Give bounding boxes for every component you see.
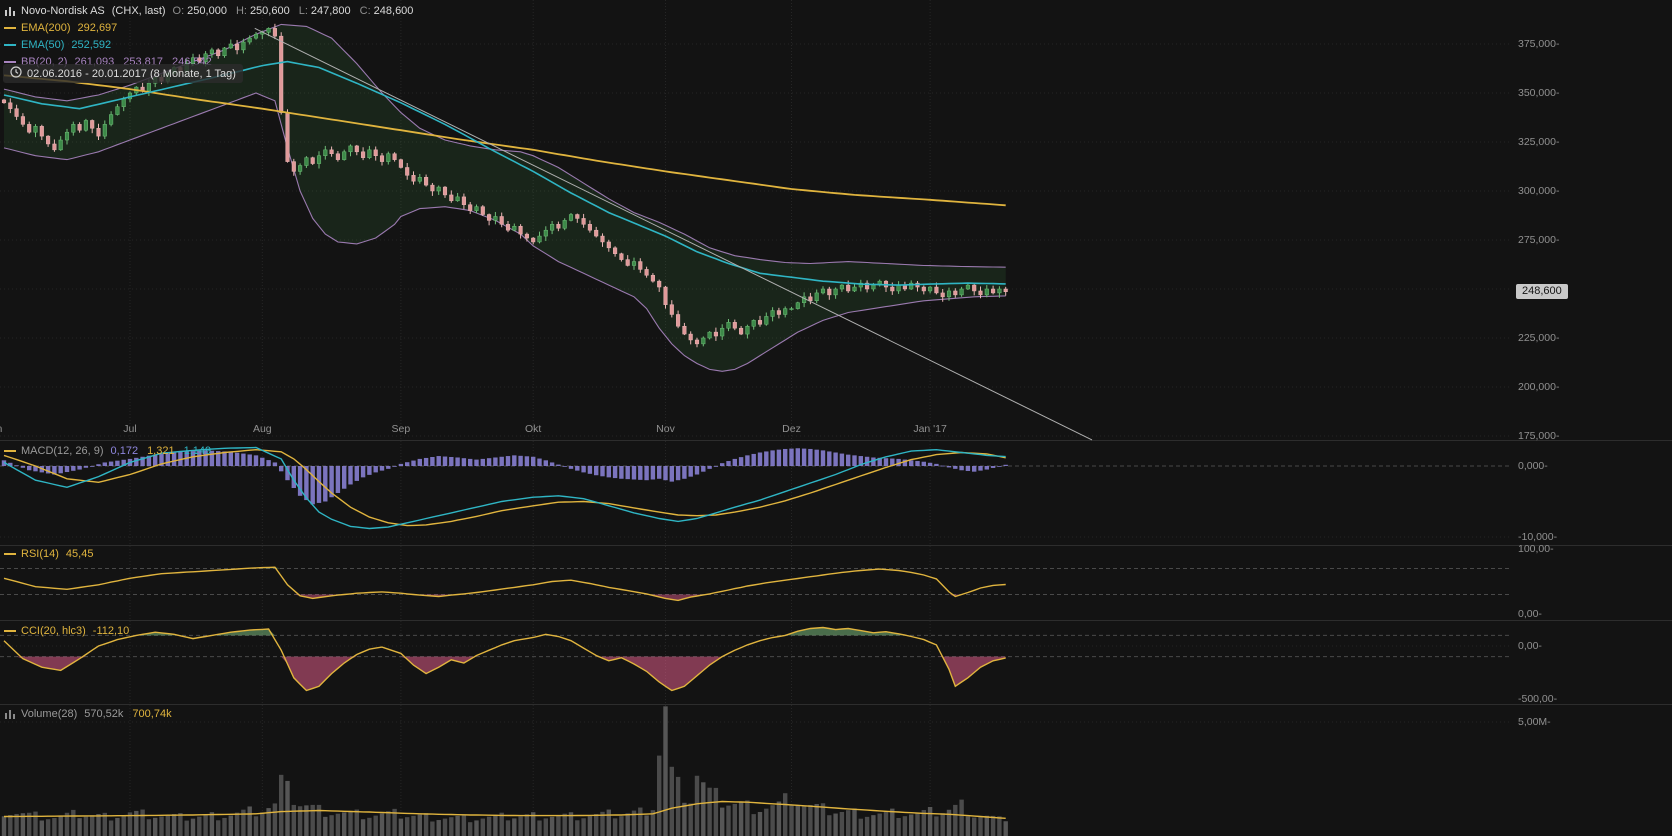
price-axis-label: 175,000- <box>1518 430 1559 442</box>
rsi-value: 45,45 <box>66 547 94 561</box>
open-value: 250,000 <box>187 4 227 18</box>
last-price-tag: 248,600 <box>1516 284 1568 299</box>
ema50-marker-icon <box>4 44 16 46</box>
macd-hist-value: 0,172 <box>111 444 139 458</box>
price-axis-label: 350,000- <box>1518 87 1559 99</box>
close-label: C: <box>360 4 371 18</box>
ema200-marker-icon <box>4 27 16 29</box>
time-axis-label: Sep <box>392 423 411 435</box>
ema200-value: 292,697 <box>78 21 118 35</box>
time-axis-label: Aug <box>253 423 272 435</box>
ema200-legend-row[interactable]: EMA(200) 292,697 <box>4 21 117 35</box>
macd-title: MACD(12, 26, 9) <box>21 444 104 458</box>
macd-axis-label: -10,000- <box>1518 531 1557 543</box>
rsi-axis-label: 100,00- <box>1518 543 1554 555</box>
series-type-icon <box>4 5 16 17</box>
cci-title: CCI(20, hlc3) <box>21 624 86 638</box>
macd-marker-icon <box>4 450 16 452</box>
cci-value: -112,10 <box>93 624 130 638</box>
symbol-legend-row[interactable]: Novo-Nordisk AS (CHX, last) O: 250,000 H… <box>4 4 422 18</box>
chart-application: 400,000- 375,000- 350,000- 325,000- 300,000-… <box>0 0 1672 836</box>
price-axis-label: 300,000- <box>1518 185 1559 197</box>
rsi-marker-icon <box>4 553 16 555</box>
macd-axis-label: 0,000- <box>1518 460 1548 472</box>
high-label: H: <box>236 4 247 18</box>
symbol-context: (CHX, last) <box>112 4 166 18</box>
price-axis-label: 400,000- <box>1518 0 1559 1</box>
ema50-legend-row[interactable]: EMA(50) 252,592 <box>4 38 111 52</box>
date-range-text: 02.06.2016 - 20.01.2017 (8 Monate, 1 Tag… <box>27 68 236 80</box>
time-axis-label: Nov <box>656 423 675 435</box>
bb-marker-icon <box>4 61 16 63</box>
open-label: O: <box>173 4 185 18</box>
macd-line-value: 1,321 <box>147 444 175 458</box>
price-axis-label: 225,000- <box>1518 332 1559 344</box>
cci-axis-label: -500,00- <box>1518 693 1557 705</box>
price-axis-label: 275,000- <box>1518 234 1559 246</box>
rsi-legend-row[interactable]: RSI(14) 45,45 <box>4 547 93 561</box>
close-value: 248,600 <box>374 4 414 18</box>
rsi-title: RSI(14) <box>21 547 59 561</box>
volume-axis-label: 5,00M- <box>1518 716 1551 728</box>
ema200-title: EMA(200) <box>21 21 71 35</box>
date-range-measure[interactable]: 02.06.2016 - 20.01.2017 (8 Monate, 1 Tag… <box>3 64 243 83</box>
symbol-title: Novo-Nordisk AS <box>21 4 105 18</box>
time-axis-label: Dez <box>782 423 801 435</box>
cci-legend-row[interactable]: CCI(20, hlc3) -112,10 <box>4 624 129 638</box>
macd-legend-row[interactable]: MACD(12, 26, 9) 0,172 1,321 1,149 <box>4 444 220 458</box>
cci-axis-label: 0,00- <box>1518 640 1542 652</box>
high-value: 250,600 <box>250 4 290 18</box>
time-axis-label: Okt <box>525 423 541 435</box>
ema50-value: 252,592 <box>71 38 111 52</box>
time-axis-label: Jul <box>123 423 136 435</box>
time-axis-label: Jun <box>0 423 2 435</box>
low-label: L: <box>299 4 308 18</box>
chart-canvas[interactable] <box>0 0 1672 836</box>
price-axis-label: 200,000- <box>1518 381 1559 393</box>
volume-ma-value: 700,74k <box>132 707 171 721</box>
price-axis-label: 325,000- <box>1518 136 1559 148</box>
volume-bars-icon <box>4 708 16 720</box>
time-axis-label: Jan '17 <box>913 423 947 435</box>
low-value: 247,800 <box>311 4 351 18</box>
price-axis-label: 375,000- <box>1518 38 1559 50</box>
clock-icon <box>10 66 22 81</box>
cci-marker-icon <box>4 630 16 632</box>
ema50-title: EMA(50) <box>21 38 64 52</box>
rsi-axis-label: 0,00- <box>1518 608 1542 620</box>
volume-value: 570,52k <box>84 707 123 721</box>
volume-legend-row[interactable]: Volume(28) 570,52k 700,74k <box>4 707 181 721</box>
volume-title: Volume(28) <box>21 707 77 721</box>
macd-signal-value: 1,149 <box>184 444 212 458</box>
